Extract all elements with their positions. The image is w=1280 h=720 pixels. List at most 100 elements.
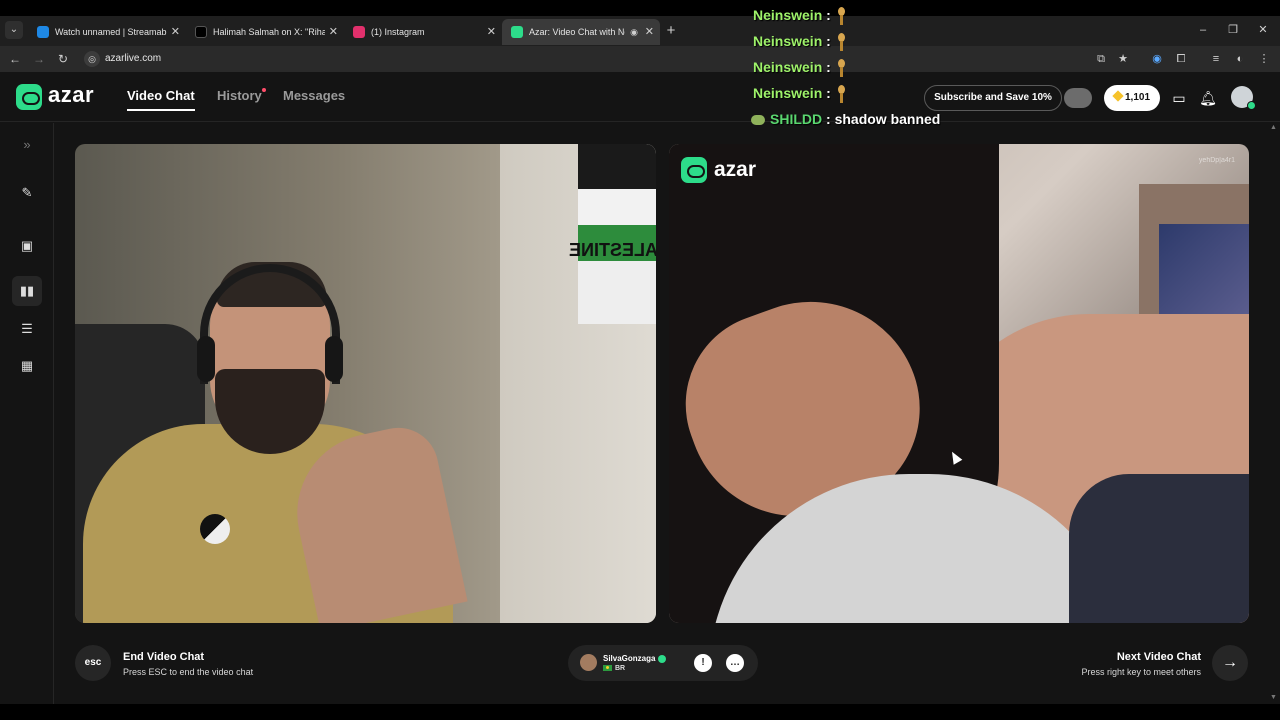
partner-info[interactable]: SilvaGonzaga BR ! …	[568, 645, 758, 681]
user-badge-icon	[751, 115, 765, 126]
partner-name-row: SilvaGonzaga	[603, 654, 667, 663]
instagram-favicon-icon	[353, 26, 365, 38]
coins-button[interactable]: 1,101	[1104, 85, 1160, 111]
chat-username: Neinswein	[753, 59, 823, 75]
profile-icon[interactable]: ◐	[1231, 50, 1249, 68]
sidebar: » ✎ ▣ ▮▮ ☰ ▦	[0, 123, 54, 704]
close-tab-icon[interactable]: ✕	[171, 19, 180, 45]
browser-tab-strip: ⌄ Watch unnamed | Streamable ✕ Halimah S…	[0, 16, 1280, 46]
x-favicon-icon	[195, 26, 207, 38]
new-tab-icon[interactable]: +	[664, 19, 678, 43]
browser-tab-instagram[interactable]: (1) Instagram ✕	[344, 19, 502, 45]
reload-icon[interactable]: ↻	[54, 49, 72, 69]
end-chat-hint: Press ESC to end the video chat	[123, 667, 254, 677]
gem-icon	[1112, 90, 1124, 102]
chat-message: shadow banned	[830, 111, 941, 127]
chat-separator: :	[822, 85, 831, 101]
next-chat-title: Next Video Chat	[1116, 651, 1201, 663]
top-letterbox	[0, 0, 1280, 16]
install-app-icon[interactable]: ⧉	[1092, 50, 1110, 68]
flag-text: ALESTINE	[569, 240, 656, 260]
browser-tab-x[interactable]: Halimah Salmah on X: "Rihann ✕	[186, 19, 344, 45]
media-controls-icon[interactable]: ≡	[1207, 50, 1225, 68]
screen: ⌄ Watch unnamed | Streamable ✕ Halimah S…	[0, 0, 1280, 720]
nav-messages[interactable]: Messages	[283, 88, 345, 103]
local-video-feed: ALESTINE	[75, 144, 656, 623]
partner-country-row: BR	[603, 665, 625, 672]
chat-username: Neinswein	[753, 7, 823, 23]
maximize-icon[interactable]: ❐	[1226, 20, 1240, 40]
next-chat-button[interactable]: →	[1212, 645, 1248, 681]
address-bar[interactable]: ◎ azarlive.com	[80, 48, 1130, 70]
history-notification-dot	[262, 88, 266, 92]
tab-title: Watch unnamed | Streamable	[55, 27, 167, 37]
partner-country: BR	[615, 665, 626, 672]
message-button[interactable]: …	[726, 654, 744, 672]
bell-icon[interactable]: 🔔︎	[1198, 88, 1218, 108]
close-tab-icon[interactable]: ✕	[645, 19, 654, 45]
end-chat-title: End Video Chat	[123, 651, 205, 663]
chat-line: SHILDD : shadow banned	[751, 111, 940, 133]
chat-username: Neinswein	[753, 33, 823, 49]
back-icon[interactable]: ←	[6, 49, 24, 69]
trophy-emote-icon	[835, 59, 847, 78]
inbox-icon[interactable]: ▭	[1169, 88, 1189, 108]
magic-wand-icon[interactable]: ✎	[17, 183, 37, 203]
scroll-up-icon[interactable]: ▲	[1270, 124, 1277, 131]
effects-icon[interactable]: ▣	[17, 236, 37, 256]
app-header: azar Video Chat History Messages Subscri…	[0, 72, 1280, 122]
url-text: azarlive.com	[105, 53, 162, 64]
headset-earcup	[325, 336, 343, 382]
partner-name: SilvaGonzaga	[603, 654, 656, 663]
scroll-down-icon[interactable]: ▼	[1270, 694, 1277, 701]
azar-logo-icon	[681, 157, 707, 183]
subscribe-button[interactable]: Subscribe and Save 10%	[924, 85, 1062, 111]
video-id-watermark: yehDp|a4r1	[1198, 157, 1235, 164]
browser-tab-azar[interactable]: Azar: Video Chat with New ◉ ✕	[502, 19, 660, 45]
chat-separator: :	[822, 7, 831, 23]
headset-earcup	[197, 336, 215, 382]
nav-video-chat[interactable]: Video Chat	[127, 88, 195, 103]
tab-search-icon[interactable]: ⌄	[5, 21, 23, 39]
close-tab-icon[interactable]: ✕	[329, 19, 338, 45]
trophy-emote-icon	[835, 7, 847, 26]
trophy-emote-icon	[835, 85, 847, 104]
media-playing-icon[interactable]: ◉	[1148, 50, 1166, 68]
tab-title: Halimah Salmah on X: "Rihann	[213, 27, 325, 37]
close-window-icon[interactable]: ✕	[1256, 20, 1270, 40]
user-avatar[interactable]	[1231, 86, 1256, 110]
forward-icon[interactable]: →	[30, 49, 48, 69]
remote-video-feed: azar yehDp|a4r1	[669, 144, 1249, 623]
browser-tab-streamable[interactable]: Watch unnamed | Streamable ✕	[28, 19, 186, 45]
browser-menu-icon[interactable]: ⋮	[1255, 50, 1273, 68]
extensions-icon[interactable]: ⧠	[1172, 50, 1190, 68]
report-button[interactable]: !	[694, 654, 712, 672]
azar-logo-icon[interactable]	[16, 84, 42, 110]
layout-side-by-side-icon[interactable]: ▮▮	[12, 276, 42, 306]
chat-line: Neinswein :	[753, 85, 847, 107]
tab-title: (1) Instagram	[371, 27, 425, 37]
partner-avatar[interactable]	[580, 654, 597, 671]
browser-toolbar: ← → ↻ ◎ azarlive.com ⧉ ★ ◉ ⧠ ≡ ◐ ⋮	[0, 46, 1280, 72]
bottom-letterbox	[0, 704, 1280, 720]
chat-separator: :	[822, 33, 831, 49]
pin-badge	[200, 514, 230, 544]
brazil-flag-icon	[603, 665, 612, 672]
azar-favicon-icon	[511, 26, 523, 38]
end-chat-button[interactable]: esc	[75, 645, 111, 681]
nav-history[interactable]: History	[217, 88, 262, 103]
bookmark-star-icon[interactable]: ★	[1114, 50, 1132, 68]
tab-title: Azar: Video Chat with New	[529, 27, 625, 37]
minimize-icon[interactable]: –	[1196, 20, 1210, 40]
expand-sidebar-icon[interactable]: »	[17, 135, 37, 155]
site-info-icon[interactable]: ◎	[84, 51, 100, 67]
layout-grid-icon[interactable]: ▦	[17, 356, 37, 376]
layout-stacked-icon[interactable]: ☰	[17, 319, 37, 339]
chat-username: Neinswein	[753, 85, 823, 101]
online-indicator	[1247, 101, 1256, 110]
chat-separator: :	[822, 111, 831, 127]
azar-logo-text[interactable]: azar	[48, 82, 94, 108]
cloud-promo-icon	[1064, 88, 1092, 108]
close-tab-icon[interactable]: ✕	[487, 19, 496, 45]
video-logo-text: azar	[714, 158, 757, 181]
